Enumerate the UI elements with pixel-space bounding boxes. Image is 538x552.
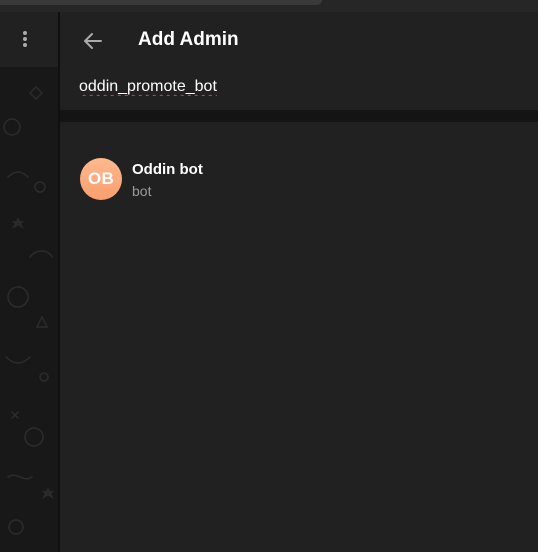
- browser-tab-edge: [0, 0, 322, 5]
- browser-top-strip: [0, 0, 538, 12]
- add-admin-panel: Add Admin OB Oddin bot bot: [60, 12, 538, 552]
- panel-header: Add Admin: [60, 12, 538, 68]
- left-panel-header: [0, 12, 58, 67]
- result-status: bot: [132, 183, 152, 199]
- chat-background-panel: [0, 12, 58, 552]
- more-vertical-icon[interactable]: [14, 28, 36, 50]
- avatar: OB: [80, 158, 122, 200]
- search-result-item[interactable]: OB Oddin bot bot: [60, 148, 538, 210]
- page-title: Add Admin: [138, 29, 239, 50]
- arrow-left-icon: [84, 33, 102, 49]
- chat-doodle-pattern: [3, 85, 55, 535]
- search-input[interactable]: [70, 74, 519, 100]
- back-button[interactable]: [78, 26, 108, 56]
- result-name: Oddin bot: [132, 161, 203, 178]
- section-separator: [60, 110, 538, 122]
- app-window: Add Admin OB Oddin bot bot: [0, 0, 538, 552]
